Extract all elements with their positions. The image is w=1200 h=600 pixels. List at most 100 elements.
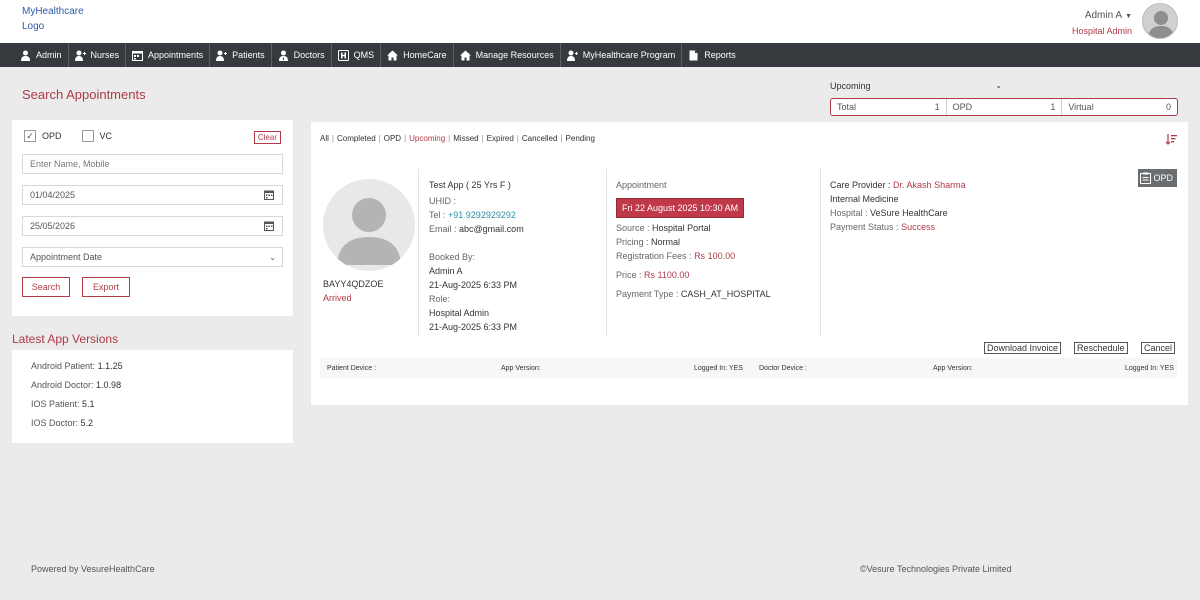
booked-by-value: Admin A bbox=[429, 266, 463, 276]
reschedule-button[interactable]: Reschedule bbox=[1074, 342, 1128, 354]
appointment-datetime-badge: Fri 22 August 2025 10:30 AM bbox=[616, 198, 745, 218]
nav-reports[interactable]: Reports bbox=[682, 43, 742, 67]
summary-total-label: Total bbox=[837, 102, 857, 112]
sort-icon[interactable] bbox=[1165, 133, 1177, 148]
pricing-label: Pricing : bbox=[616, 237, 649, 247]
nav-qms[interactable]: QMS bbox=[332, 43, 382, 67]
nav-myhealthcare-program[interactable]: MyHealthcare Program bbox=[561, 43, 683, 67]
hospital-icon bbox=[337, 49, 349, 61]
user-icon bbox=[20, 50, 31, 61]
care-provider-label: Care Provider : bbox=[830, 180, 891, 190]
appointment-details: Appointment Fri 22 August 2025 10:30 AM … bbox=[606, 169, 820, 337]
user-md-icon bbox=[278, 50, 289, 61]
version-row: Android Doctor: 1.0.98 bbox=[31, 380, 121, 390]
doctor-device-label: Doctor Device : bbox=[759, 365, 807, 372]
version-value: 5.1 bbox=[82, 399, 95, 409]
nav-homecare-label: HomeCare bbox=[403, 50, 447, 60]
patient-app-version-label: App Version: bbox=[501, 365, 541, 372]
nav-appointments-label: Appointments bbox=[148, 50, 204, 60]
clipboard-icon bbox=[1140, 172, 1152, 184]
date-from-value: 01/04/2025 bbox=[30, 190, 76, 200]
opd-tag: OPD bbox=[1138, 169, 1177, 187]
email-label: Email : bbox=[429, 224, 457, 234]
user-menu[interactable]: Admin A ▼ Hospital Admin bbox=[1072, 8, 1132, 39]
nav-admin[interactable]: Admin bbox=[14, 43, 69, 67]
user-avatar[interactable] bbox=[1142, 3, 1178, 39]
chevron-down-icon: ⌄ bbox=[269, 253, 276, 262]
date-type-select[interactable]: Appointment Date ⌄ bbox=[22, 247, 283, 267]
summary-opd: OPD 1 bbox=[947, 99, 1063, 115]
doctor-app-version-label: App Version: bbox=[933, 365, 973, 372]
summary-opd-label: OPD bbox=[952, 102, 973, 112]
version-label: Android Doctor: bbox=[31, 380, 94, 390]
versions-title: Latest App Versions bbox=[12, 332, 119, 346]
opd-checkbox[interactable]: ✓ bbox=[24, 130, 36, 142]
clear-button[interactable]: Clear bbox=[253, 131, 281, 144]
version-label: IOS Doctor: bbox=[31, 418, 79, 428]
home-icon bbox=[459, 50, 471, 61]
price-value: Rs 1100.00 bbox=[644, 270, 690, 280]
export-button[interactable]: Export bbox=[82, 277, 130, 297]
reg-fees-label: Registration Fees : bbox=[616, 251, 692, 261]
summary-total-value: 1 bbox=[934, 102, 940, 112]
summary-virtual-label: Virtual bbox=[1068, 102, 1094, 112]
calendar-icon[interactable] bbox=[264, 221, 274, 231]
cancel-button[interactable]: Cancel bbox=[1141, 342, 1176, 354]
patient-photo bbox=[323, 179, 415, 271]
filter-all[interactable]: All bbox=[320, 134, 329, 143]
nav-manage-resources[interactable]: Manage Resources bbox=[454, 43, 561, 67]
tel-value[interactable]: +91 9292929292 bbox=[448, 210, 516, 220]
user-role: Hospital Admin bbox=[1071, 26, 1132, 36]
filter-cancelled[interactable]: Cancelled bbox=[522, 134, 558, 143]
nav-nurses-label: Nurses bbox=[90, 50, 120, 60]
hospital-label: Hospital : bbox=[830, 208, 868, 218]
filter-expired[interactable]: Expired bbox=[487, 134, 514, 143]
filter-missed[interactable]: Missed bbox=[453, 134, 478, 143]
filter-upcoming[interactable]: Upcoming bbox=[409, 134, 445, 143]
date-to-input[interactable]: 25/05/2026 bbox=[22, 216, 283, 236]
payment-type-label: Payment Type : bbox=[616, 289, 679, 299]
calendar-icon[interactable] bbox=[264, 190, 274, 200]
version-label: Android Patient: bbox=[31, 361, 96, 371]
name-mobile-input[interactable]: Enter Name, Mobile bbox=[22, 154, 283, 174]
search-button[interactable]: Search bbox=[22, 277, 70, 297]
nav-doctors[interactable]: Doctors bbox=[272, 43, 332, 67]
filter-pending[interactable]: Pending bbox=[566, 134, 595, 143]
patient-details: Test App ( 25 Yrs F ) UHID : Tel : +91 9… bbox=[418, 169, 606, 337]
download-invoice-button[interactable]: Download Invoice bbox=[984, 342, 1062, 354]
version-value: 1.0.98 bbox=[96, 380, 122, 390]
patient-logged-in: Logged In: YES bbox=[694, 365, 743, 372]
vc-checkbox-label: VC bbox=[99, 131, 113, 141]
status-filter-select[interactable]: Upcoming ⌄ bbox=[830, 81, 1002, 91]
footer-copyright: ©Vesure Technologies Private Limited bbox=[860, 564, 1012, 574]
nav-patients[interactable]: Patients bbox=[210, 43, 272, 67]
payment-status-value: Success bbox=[901, 222, 936, 232]
filter-opd[interactable]: OPD bbox=[384, 134, 401, 143]
appointments-panel: All | Completed | OPD | Upcoming | Missed | Expire… bbox=[311, 122, 1188, 405]
summary-counts: Total 1 OPD 1 Virtual 0 bbox=[830, 98, 1178, 116]
care-provider-value[interactable]: Dr. Akash Sharma bbox=[893, 180, 966, 190]
footer-powered-by: Powered by VesureHealthCare bbox=[31, 564, 155, 574]
date-type-value: Appointment Date bbox=[30, 252, 103, 262]
reg-fees-value: Rs 100.00 bbox=[694, 251, 736, 261]
nav-admin-label: Admin bbox=[36, 50, 62, 60]
home-icon bbox=[387, 50, 399, 61]
user-name: Admin A bbox=[1084, 10, 1123, 21]
summary-virtual: Virtual 0 bbox=[1062, 99, 1177, 115]
nav-nurses[interactable]: Nurses bbox=[69, 43, 127, 67]
date-from-input[interactable]: 01/04/2025 bbox=[22, 185, 283, 205]
vc-checkbox[interactable] bbox=[81, 130, 94, 142]
search-title: Search Appointments bbox=[22, 87, 146, 102]
top-header: MyHealthcare Logo Admin A ▼ Hospital Admi… bbox=[0, 0, 1200, 43]
nav-appointments[interactable]: Appointments bbox=[126, 43, 211, 67]
user-plus-icon bbox=[216, 50, 228, 61]
nav-patients-label: Patients bbox=[232, 50, 265, 60]
filter-completed[interactable]: Completed bbox=[337, 134, 376, 143]
opd-checkbox-label: OPD bbox=[42, 131, 62, 141]
logo[interactable]: MyHealthcare Logo bbox=[22, 4, 84, 34]
appointment-label: Appointment bbox=[616, 180, 667, 190]
nav-myhealthcare-program-label: MyHealthcare Program bbox=[582, 50, 676, 60]
nav-homecare[interactable]: HomeCare bbox=[381, 43, 454, 67]
nav-manage-resources-label: Manage Resources bbox=[475, 50, 554, 60]
logo-line-2: Logo bbox=[22, 21, 45, 32]
